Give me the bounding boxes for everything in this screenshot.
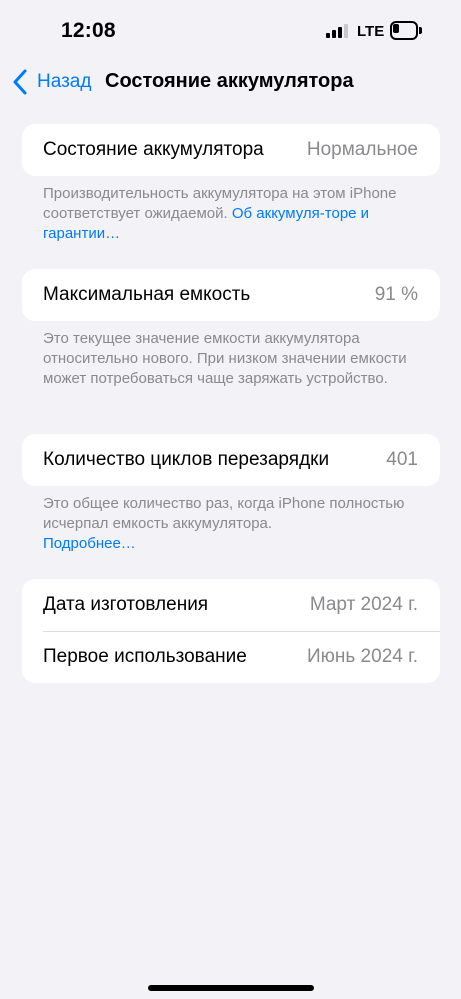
- page-title: Состояние аккумулятора: [105, 70, 354, 92]
- manufacture-date-label: Дата изготовления: [43, 594, 209, 615]
- home-indicator[interactable]: [148, 985, 314, 991]
- first-use-value: Июнь 2024 г.: [306, 646, 418, 667]
- max-capacity-row: Максимальная емкость 91 %: [22, 269, 440, 321]
- battery-icon: [390, 21, 422, 40]
- max-capacity-value: 91 %: [374, 284, 418, 305]
- back-button[interactable]: Назад: [12, 68, 91, 96]
- network-type: LTE: [357, 23, 385, 40]
- learn-more-link[interactable]: Подробнее…: [43, 535, 136, 552]
- manufacture-date-value: Март 2024 г.: [309, 594, 418, 615]
- battery-health-label: Состояние аккумулятора: [43, 139, 264, 160]
- max-capacity-label: Максимальная емкость: [43, 284, 251, 305]
- status-bar: 12:08 LTE: [0, 0, 461, 60]
- battery-health-value: Нормальное: [306, 139, 418, 160]
- cycle-count-group: Количество циклов перезарядки 401: [22, 434, 440, 486]
- manufacture-date-row: Дата изготовления Март 2024 г.: [22, 579, 440, 631]
- back-button-label: Назад: [37, 71, 92, 92]
- max-capacity-group: Максимальная емкость 91 %: [22, 269, 440, 321]
- cycle-count-footnote: Это общее количество раз, когда iPhone п…: [43, 494, 423, 554]
- first-use-label: Первое использование: [43, 646, 247, 667]
- cellular-signal-icon: [326, 24, 350, 38]
- cycle-count-value: 401: [386, 449, 418, 470]
- battery-health-footnote: Производительность аккумулятора на этом …: [43, 184, 423, 244]
- battery-health-screen: 12:08 LTE Назад Состояние аккумулятора С…: [0, 0, 461, 999]
- cycle-count-row: Количество циклов перезарядки 401: [22, 434, 440, 486]
- battery-health-group: Состояние аккумулятора Нормальное: [22, 124, 440, 176]
- battery-health-row: Состояние аккумулятора Нормальное: [22, 124, 440, 176]
- cycle-count-label: Количество циклов перезарядки: [43, 449, 330, 470]
- first-use-row: Первое использование Июнь 2024 г.: [22, 631, 440, 683]
- navigation-bar: Назад Состояние аккумулятора: [0, 60, 461, 104]
- status-time: 12:08: [61, 19, 116, 42]
- max-capacity-footnote: Это текущее значение емкости аккумулятор…: [43, 330, 407, 387]
- cycle-count-footnote-text: Это общее количество раз, когда iPhone п…: [43, 495, 405, 532]
- dates-group: Дата изготовления Март 2024 г. Первое ис…: [22, 579, 440, 683]
- chevron-left-icon: [13, 69, 27, 95]
